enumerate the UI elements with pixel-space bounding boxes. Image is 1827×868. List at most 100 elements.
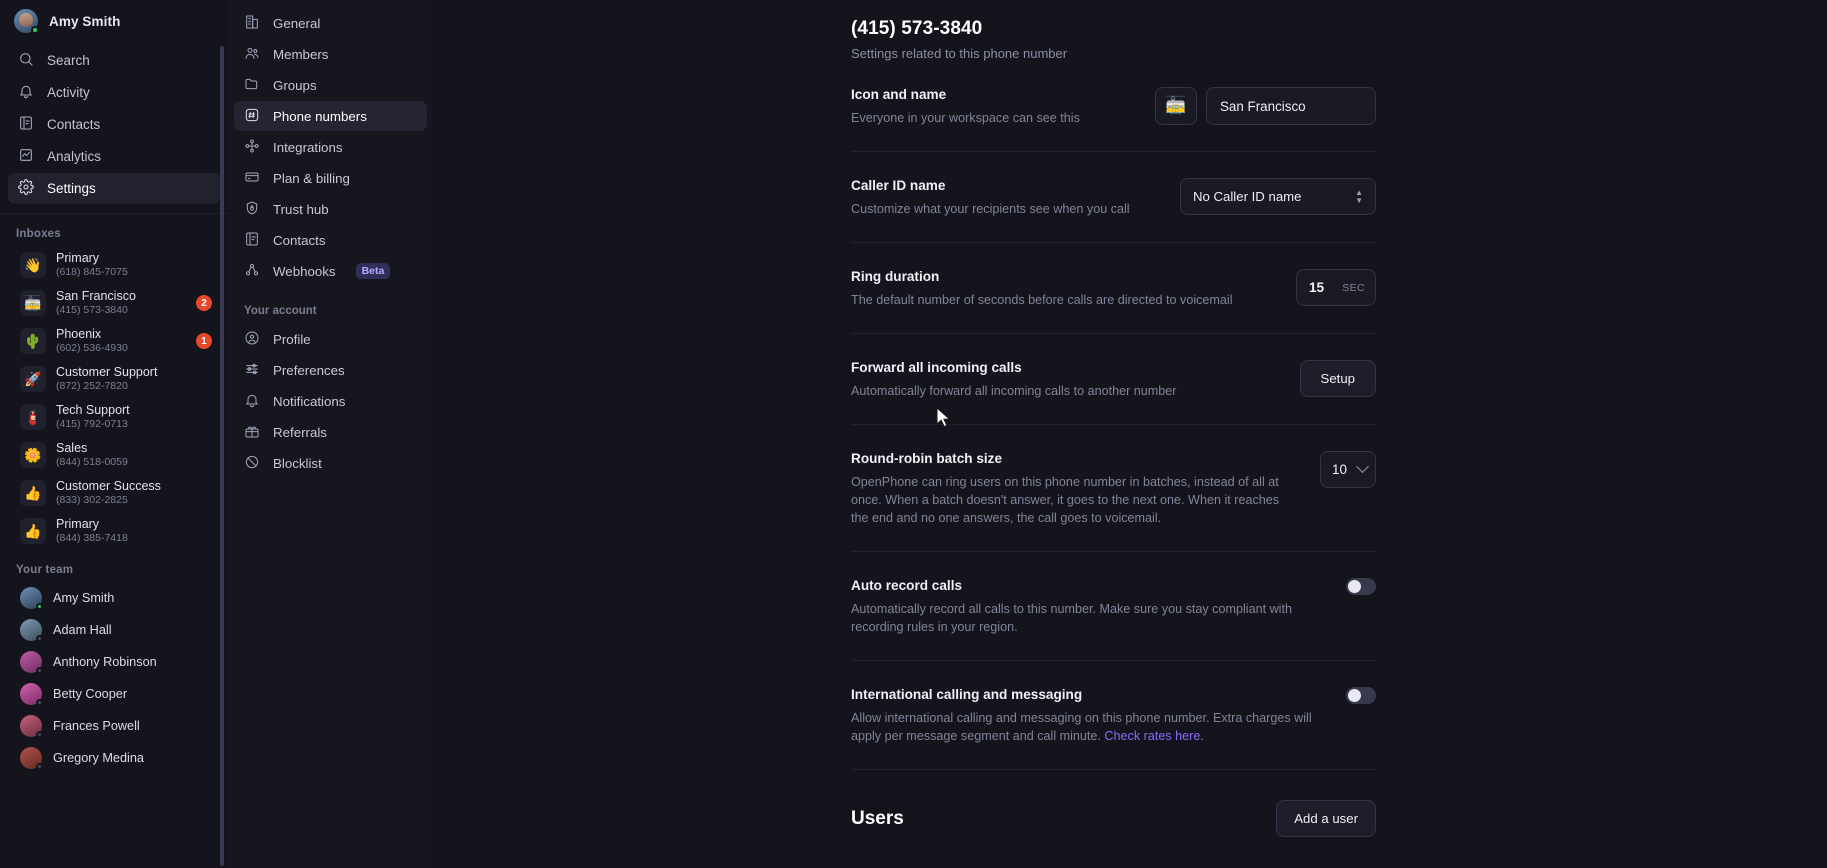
inbox-item[interactable]: 👋 Primary (618) 845-7075	[6, 246, 222, 284]
setting-description: The default number of seconds before cal…	[851, 293, 1233, 307]
offline-status-dot	[36, 731, 43, 738]
settings-nav-contacts[interactable]: Contacts	[234, 225, 427, 255]
settings-nav-preferences[interactable]: Preferences	[234, 355, 427, 385]
team-member-row[interactable]: Adam Hall	[6, 614, 222, 646]
settings-nav-label: Plan & billing	[273, 170, 350, 186]
round-robin-batch-size-select[interactable]: 10	[1320, 451, 1376, 488]
team-member-name: Anthony Robinson	[53, 655, 157, 669]
settings-nav-profile[interactable]: Profile	[234, 324, 427, 354]
users-section-title: Users	[851, 807, 904, 829]
inbox-item[interactable]: 🚀 Customer Support (872) 252-7820	[6, 360, 222, 398]
international-calling-toggle[interactable]	[1346, 687, 1376, 704]
team-member-row[interactable]: Gregory Medina	[6, 742, 222, 774]
people-icon	[244, 45, 260, 64]
chevron-updown-icon: ▲ ▼	[1355, 187, 1363, 205]
team-member-row[interactable]: Anthony Robinson	[6, 646, 222, 678]
settings-nav-label: Blocklist	[273, 455, 322, 471]
avatar	[20, 683, 43, 706]
setting-row-round-robin: Round-robin batch size OpenPhone can rin…	[851, 425, 1376, 552]
search-icon	[18, 51, 34, 70]
settings-nav-groups[interactable]: Groups	[234, 70, 427, 100]
primary-nav: Search Activity Contacts Analytics Setti…	[0, 45, 228, 204]
avatar	[20, 747, 43, 770]
avatar	[20, 619, 43, 642]
caller-id-select[interactable]: No Caller ID name ▲ ▼	[1180, 178, 1376, 215]
current-user-row[interactable]: Amy Smith	[0, 0, 228, 45]
sliders-icon	[244, 361, 260, 380]
settings-nav-plan-billing[interactable]: Plan & billing	[234, 163, 427, 193]
unread-badge: 1	[196, 333, 212, 349]
auto-record-toggle[interactable]	[1346, 578, 1376, 595]
offline-status-dot	[36, 699, 43, 706]
settings-nav-general[interactable]: General	[234, 8, 427, 38]
add-user-button[interactable]: Add a user	[1276, 800, 1376, 837]
inbox-number: (602) 536-4930	[56, 342, 128, 354]
avatar	[20, 715, 43, 738]
setting-row-international: International calling and messaging Allo…	[851, 661, 1376, 770]
settings-nav-webhooks[interactable]: Webhooks Beta	[234, 256, 427, 286]
inbox-number: (872) 252-7820	[56, 380, 128, 392]
settings-nav-label: Contacts	[273, 232, 326, 248]
nav-label-settings: Settings	[47, 181, 96, 196]
phone-number-name-input[interactable]	[1206, 87, 1376, 125]
setting-description: Customize what your recipients see when …	[851, 202, 1130, 216]
inbox-item[interactable]: 🚋 San Francisco (415) 573-3840 2	[6, 284, 222, 322]
team-member-name: Betty Cooper	[53, 687, 128, 701]
nav-label-search: Search	[47, 53, 90, 68]
inbox-item[interactable]: 👍 Customer Success (833) 302-2825	[6, 474, 222, 512]
settings-nav-label: Referrals	[273, 424, 327, 440]
inbox-number: (618) 845-7075	[56, 266, 128, 278]
bell-icon	[18, 83, 34, 102]
inbox-item[interactable]: 🌼 Sales (844) 518-0059	[6, 436, 222, 474]
users-section-header: Users Add a user	[851, 770, 1376, 837]
offline-status-dot	[36, 667, 43, 674]
nav-item-analytics[interactable]: Analytics	[8, 141, 220, 172]
setting-row-ring-duration: Ring duration The default number of seco…	[851, 243, 1376, 334]
nav-item-settings[interactable]: Settings	[8, 173, 220, 204]
setting-description: OpenPhone can ring users on this phone n…	[851, 475, 1280, 525]
nav-item-activity[interactable]: Activity	[8, 77, 220, 108]
inbox-item[interactable]: 🧯 Tech Support (415) 792-0713	[6, 398, 222, 436]
ring-duration-unit: SEC	[1342, 281, 1365, 294]
setting-description-text: Allow international calling and messagin…	[851, 711, 1312, 743]
inbox-emoji-icon: 🌼	[20, 442, 46, 468]
team-member-name: Gregory Medina	[53, 751, 144, 765]
inbox-number: (833) 302-2825	[56, 494, 128, 506]
forward-calls-setup-button[interactable]: Setup	[1299, 360, 1376, 397]
team-member-row[interactable]: Amy Smith	[6, 582, 222, 614]
settings-nav-phone-numbers[interactable]: Phone numbers	[234, 101, 427, 131]
nav-item-search[interactable]: Search	[8, 45, 220, 76]
settings-nav-blocklist[interactable]: Blocklist	[234, 448, 427, 478]
inbox-item[interactable]: 🌵 Phoenix (602) 536-4930 1	[6, 322, 222, 360]
ring-duration-input[interactable]: 15 SEC	[1296, 269, 1376, 306]
setting-row-forward-calls: Forward all incoming calls Automatically…	[851, 334, 1376, 425]
building-icon	[244, 14, 260, 33]
settings-nav-members[interactable]: Members	[234, 39, 427, 69]
inbox-emoji-icon: 👍	[20, 480, 46, 506]
chevron-down-icon	[1356, 460, 1369, 474]
settings-nav-label: Preferences	[273, 362, 345, 378]
gear-icon	[18, 179, 34, 198]
user-circle-icon	[244, 330, 260, 349]
contacts-book-icon	[18, 115, 34, 134]
nav-item-contacts[interactable]: Contacts	[8, 109, 220, 140]
team-member-row[interactable]: Betty Cooper	[6, 678, 222, 710]
settings-nav-referrals[interactable]: Referrals	[234, 417, 427, 447]
inbox-item[interactable]: 👍 Primary (844) 385-7418	[6, 512, 222, 550]
phone-number-emoji-picker[interactable]: 🚋	[1155, 87, 1197, 125]
settings-nav-trust-hub[interactable]: Trust hub	[234, 194, 427, 224]
toggle-knob	[1348, 580, 1361, 593]
settings-nav-label: Profile	[273, 331, 311, 347]
contacts-book-icon	[244, 231, 260, 250]
nav-label-contacts: Contacts	[47, 117, 101, 132]
shield-lock-icon	[244, 200, 260, 219]
online-status-dot	[31, 26, 39, 34]
team-member-row[interactable]: Frances Powell	[6, 710, 222, 742]
setting-title: Forward all incoming calls	[851, 360, 1022, 375]
settings-nav-notifications[interactable]: Notifications	[234, 386, 427, 416]
credit-card-icon	[244, 169, 260, 188]
check-rates-link[interactable]: Check rates here.	[1104, 729, 1203, 743]
settings-nav-integrations[interactable]: Integrations	[234, 132, 427, 162]
settings-nav-panel: General Members Groups Phone numbers Int…	[228, 0, 433, 868]
settings-nav-label: Groups	[273, 77, 317, 93]
